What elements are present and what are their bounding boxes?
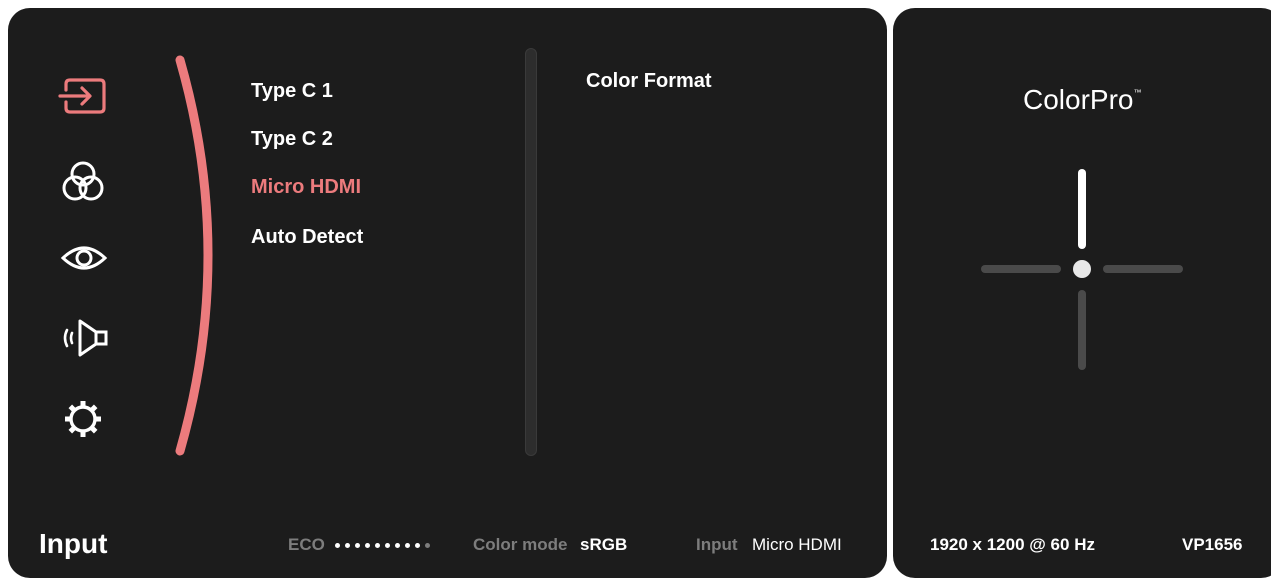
menu-arc-indicator bbox=[175, 55, 213, 456]
submenu-scrollbar[interactable] bbox=[525, 48, 537, 456]
eco-dot bbox=[425, 543, 430, 548]
option-type-c-2[interactable]: Type C 2 bbox=[251, 128, 333, 151]
option-auto-detect[interactable]: Auto Detect bbox=[251, 226, 363, 249]
joystick-navigation-icon bbox=[981, 169, 1183, 370]
eco-dot bbox=[355, 543, 360, 548]
section-title: Input bbox=[39, 528, 108, 559]
eco-dot bbox=[375, 543, 380, 548]
resolution-text: 1920 x 1200 @ 60 Hz bbox=[930, 535, 1095, 554]
input-status-value: Micro HDMI bbox=[752, 535, 842, 554]
eco-dot bbox=[395, 543, 400, 548]
eco-dot bbox=[415, 543, 420, 548]
option-type-c-1[interactable]: Type C 1 bbox=[251, 80, 333, 103]
model-text: VP1656 bbox=[1182, 535, 1243, 554]
color-mode-label: Color mode bbox=[473, 535, 568, 554]
input-status-label: Input bbox=[696, 535, 738, 554]
eco-dot bbox=[405, 543, 410, 548]
submenu-color-format[interactable]: Color Format bbox=[586, 70, 712, 93]
eco-label: ECO bbox=[288, 535, 325, 554]
eco-dot bbox=[335, 543, 340, 548]
osd-main-panel: Type C 1 Type C 2 Micro HDMI Auto Detect… bbox=[8, 8, 887, 578]
eco-dot bbox=[385, 543, 390, 548]
eco-level-indicator bbox=[335, 543, 430, 548]
color-mode-value: sRGB bbox=[580, 535, 628, 554]
eco-dot bbox=[365, 543, 370, 548]
osd-info-panel: ColorPro™ 1920 x 1200 @ 60 Hz VP1656 bbox=[893, 8, 1271, 578]
option-micro-hdmi[interactable]: Micro HDMI bbox=[251, 176, 361, 199]
eco-dot bbox=[345, 543, 350, 548]
